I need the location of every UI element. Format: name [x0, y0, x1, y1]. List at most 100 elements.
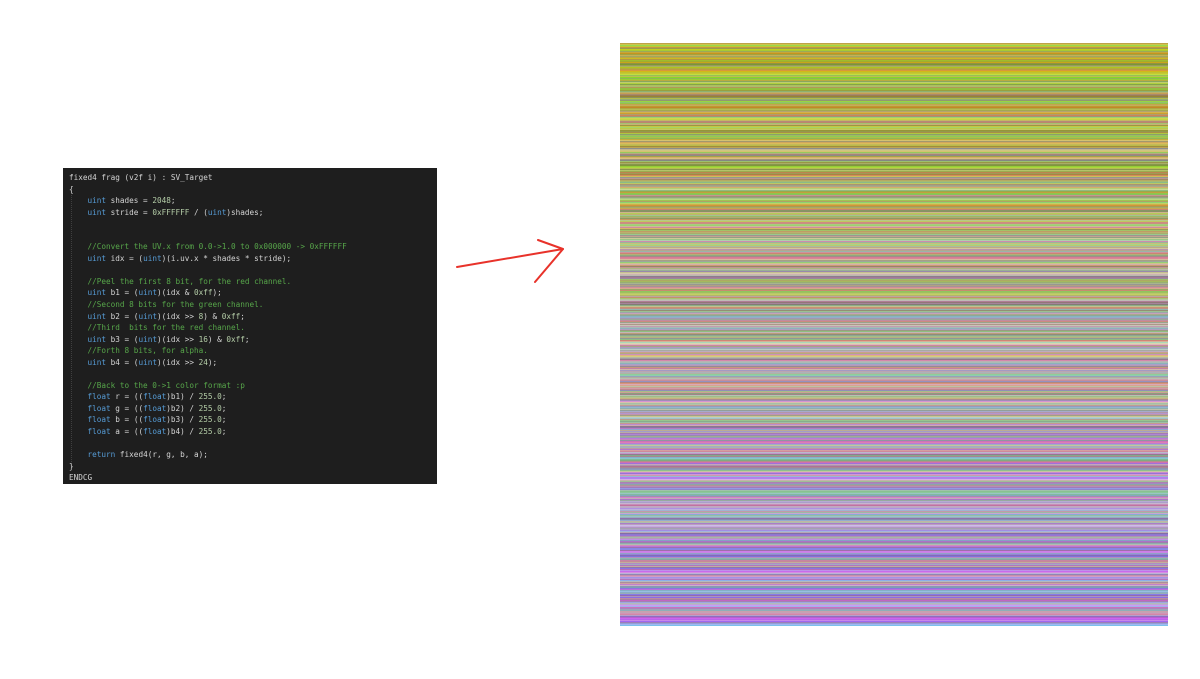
code-token: ;: [221, 403, 227, 413]
code-token: )b4) /: [166, 427, 199, 437]
code-token: 255.0: [198, 415, 222, 425]
code-token: g = ((: [110, 403, 144, 413]
code-token: ;: [221, 415, 227, 425]
code-token: / (: [189, 207, 208, 217]
code-token: uint: [87, 253, 107, 263]
code-token: uint: [87, 288, 107, 298]
code-token: float: [87, 415, 111, 425]
code-token: //Second 8 bits for the green channel.: [69, 300, 264, 310]
code-token: 255.0: [198, 403, 222, 413]
code-line: //Second 8 bits for the green channel.: [69, 299, 437, 311]
code-line: return fixed4(r, g, b, a);: [69, 449, 437, 461]
code-token: b1 = (: [106, 288, 139, 298]
code-line: float a = ((float)b4) / 255.0;: [69, 426, 437, 438]
code-token: 0xFFFFFF: [152, 207, 190, 217]
code-token: ;: [170, 196, 176, 206]
code-token: );: [212, 288, 222, 298]
code-token: r = ((: [110, 392, 144, 402]
code-line: uint shades = 2048;: [69, 195, 437, 207]
code-token: ENDCG: [69, 473, 93, 483]
code-token: ) &: [203, 311, 222, 321]
code-token: 16: [198, 334, 208, 344]
code-token: uint: [138, 334, 157, 344]
code-token: fixed4 frag (v2f i) : SV_Target: [69, 173, 213, 182]
code-line: ENDCG: [69, 472, 437, 484]
code-token: b3 = (: [106, 334, 139, 344]
code-token: {: [69, 184, 74, 194]
code-token: )(idx >>: [156, 334, 199, 344]
code-token: uint: [138, 288, 157, 298]
code-token: float: [143, 415, 167, 425]
code-token: ;: [240, 311, 245, 321]
code-line: uint b1 = (uint)(idx & 0xff);: [69, 287, 437, 299]
code-token: )b2) /: [166, 403, 199, 413]
code-token: )(idx &: [156, 288, 194, 298]
code-token: 255.0: [198, 427, 222, 437]
code-line: //Back to the 0->1 color format :p: [69, 380, 437, 392]
code-token: float: [87, 403, 111, 413]
code-token: uint: [87, 207, 107, 217]
code-token: uint: [207, 207, 227, 217]
code-line: float r = ((float)b1) / 255.0;: [69, 391, 437, 403]
code-token: uint: [138, 357, 157, 367]
code-token: }: [69, 461, 74, 471]
code-token: )(i.uv.x * shades * stride);: [161, 253, 292, 263]
code-line: //Forth 8 bits, for alpha.: [69, 345, 437, 357]
code-token: 0xff: [221, 311, 241, 321]
code-token: stride =: [106, 207, 153, 217]
code-token: )(idx >>: [156, 311, 199, 321]
code-token: //Back to the 0->1 color format :p: [69, 380, 245, 390]
code-token: //Peel the first 8 bit, for the red chan…: [69, 276, 292, 286]
code-token: //Third bits for the red channel.: [69, 323, 245, 333]
code-token: )(idx >>: [156, 357, 199, 367]
code-line: //Peel the first 8 bit, for the red chan…: [69, 276, 437, 288]
code-token: float: [87, 427, 111, 437]
code-editor-panel: fixed4 frag (v2f i) : SV_Target { uint sh…: [63, 168, 437, 484]
code-token: shades =: [106, 196, 153, 206]
code-token: return: [87, 450, 116, 460]
code-token: ;: [244, 334, 250, 344]
code-token: uint: [143, 253, 162, 263]
arrow-head: [534, 239, 564, 283]
code-token: )b1) /: [166, 392, 199, 402]
code-token: );: [207, 357, 218, 367]
code-token: uint: [138, 311, 157, 321]
code-line: }: [69, 461, 437, 473]
code-token: )shades;: [226, 207, 264, 217]
code-token: ) &: [207, 334, 227, 344]
code-line: fixed4 frag (v2f i) : SV_Target: [69, 172, 437, 184]
code-token: idx = (: [106, 253, 144, 263]
code-token: 24: [198, 357, 208, 367]
code-token: uint: [87, 311, 107, 321]
code-token: uint: [87, 196, 107, 206]
code-line: //Third bits for the red channel.: [69, 322, 437, 334]
code-token: //Forth 8 bits, for alpha.: [69, 346, 208, 356]
code-token: ;: [221, 392, 227, 402]
code-token: 0xff: [193, 288, 213, 298]
code-line: uint b2 = (uint)(idx >> 8) & 0xff;: [69, 311, 437, 323]
code-line: //Convert the UV.x from 0.0->1.0 to 0x00…: [69, 241, 437, 253]
arrow-shaft: [456, 248, 564, 268]
code-token: ;: [221, 427, 227, 437]
code-token: float: [143, 427, 167, 437]
code-token: a = ((: [110, 427, 144, 437]
code-token: uint: [87, 334, 107, 344]
code-line: float b = ((float)b3) / 255.0;: [69, 414, 437, 426]
code-token: 2048: [152, 196, 171, 206]
code-token: float: [87, 392, 111, 402]
code-line: uint stride = 0xFFFFFF / (uint)shades;: [69, 207, 437, 219]
